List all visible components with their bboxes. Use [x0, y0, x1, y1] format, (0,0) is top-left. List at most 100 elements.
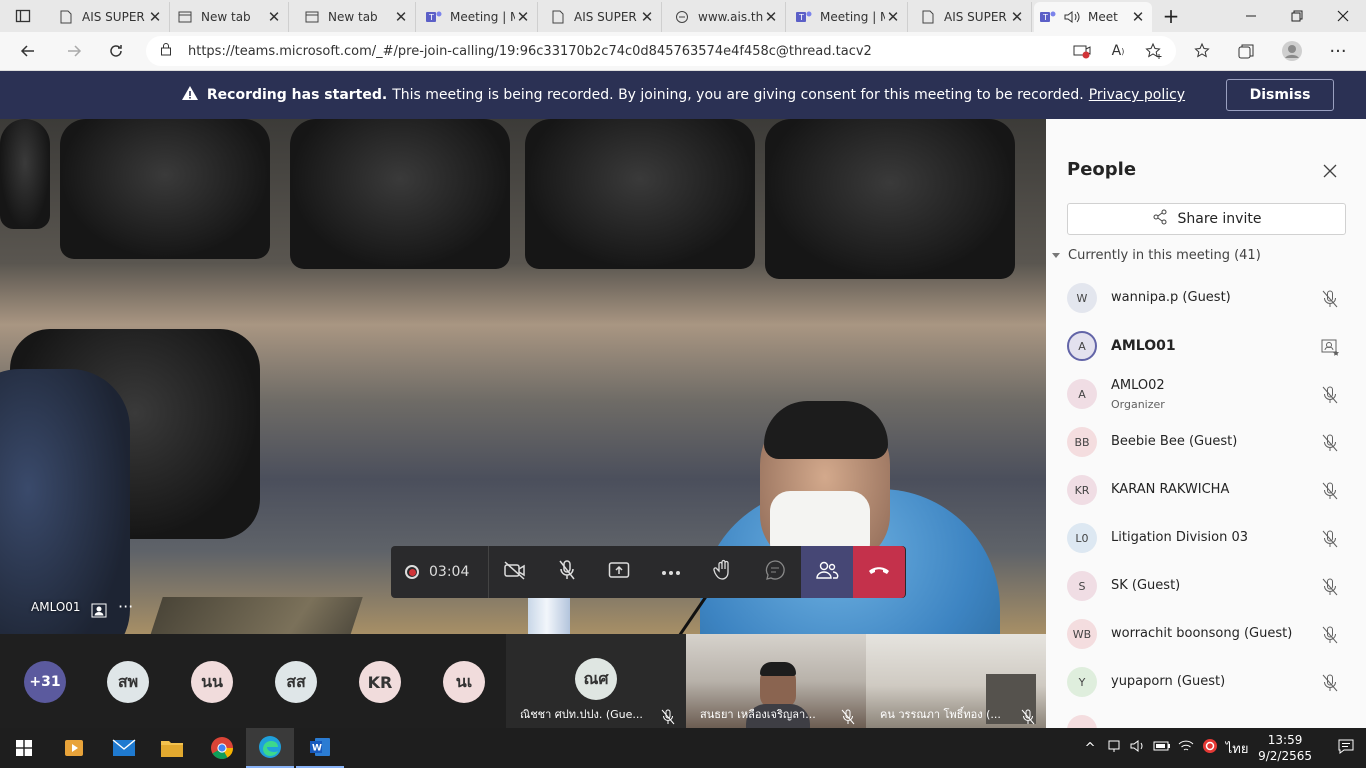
minimize-icon[interactable] — [1228, 0, 1274, 32]
chat-button[interactable] — [749, 546, 801, 598]
browser-tab[interactable]: New tab ✕ — [171, 2, 289, 32]
raise-hand-button[interactable] — [697, 546, 749, 598]
collections-icon[interactable] — [1230, 36, 1262, 66]
browser-tab-active[interactable]: T Meet ✕ — [1034, 2, 1152, 32]
tab-actions-icon[interactable] — [0, 0, 46, 32]
show-participants-button[interactable] — [801, 546, 853, 598]
share-icon — [1152, 209, 1178, 229]
close-icon[interactable]: ✕ — [1130, 8, 1146, 26]
camera-blocked-icon[interactable] — [1066, 36, 1098, 66]
browser-tab[interactable]: T Meeting | M ✕ — [790, 2, 908, 32]
participant-row[interactable]: W wannipa.p (Guest) — [1067, 275, 1357, 323]
close-panel-icon[interactable] — [1318, 159, 1342, 183]
participant-name: สนธยา เหลืองเจริญลา... — [700, 708, 816, 721]
participant-tile[interactable]: คน วรรณภา โพธิ์ทอง (... — [866, 634, 1046, 728]
browser-tab[interactable]: AIS SUPER ✕ — [914, 2, 1032, 32]
input-language[interactable]: ไทย — [1222, 738, 1252, 759]
speaker-icon[interactable] — [1064, 9, 1080, 25]
lock-icon[interactable] — [160, 42, 172, 60]
edge-icon[interactable] — [246, 728, 294, 768]
url-field[interactable]: https://teams.microsoft.com/_#/pre-join-… — [146, 36, 1176, 66]
spotlight-icon[interactable] — [1320, 337, 1340, 357]
chevron-up-icon[interactable]: ^ — [1078, 741, 1102, 756]
profile-avatar[interactable] — [1276, 36, 1308, 66]
refresh-icon[interactable] — [100, 36, 132, 66]
video-more-options[interactable]: ··· — [118, 597, 133, 616]
browser-tab[interactable]: AIS SUPER ✕ — [544, 2, 662, 32]
overflow-participants-badge[interactable]: +31 — [24, 661, 66, 703]
window-close-icon[interactable] — [1320, 0, 1366, 32]
battery-icon[interactable] — [1150, 740, 1174, 756]
participant-avatar[interactable]: นน — [191, 661, 233, 703]
chrome-icon[interactable] — [198, 728, 246, 768]
close-icon[interactable]: ✕ — [515, 8, 531, 26]
word-icon[interactable]: W — [296, 728, 344, 768]
mic-off-icon[interactable] — [1320, 289, 1340, 309]
restore-icon[interactable] — [1274, 0, 1320, 32]
volume-icon[interactable] — [1126, 739, 1150, 757]
close-icon[interactable]: ✕ — [639, 8, 655, 26]
mic-off-icon[interactable] — [1320, 385, 1340, 405]
app-tray-icon[interactable] — [1198, 738, 1222, 758]
participant-row[interactable]: A AMLO02 Organizer — [1067, 371, 1357, 419]
meeting-duration: 03:04 — [429, 564, 470, 580]
participant-avatar[interactable]: นเ — [443, 661, 485, 703]
participant-avatar[interactable]: KR — [359, 661, 401, 703]
favorite-add-icon[interactable] — [1138, 36, 1170, 66]
participant-row[interactable]: WB worrachit boonsong (Guest) — [1067, 611, 1357, 659]
participant-row[interactable]: S SK (Guest) — [1067, 563, 1357, 611]
new-tab-icon[interactable]: + — [1152, 0, 1190, 32]
browser-tab[interactable]: AIS SUPER ✕ — [52, 2, 170, 32]
mic-off-icon[interactable] — [1320, 577, 1340, 597]
participant-tile[interactable]: สนธยา เหลืองเจริญลา... — [686, 634, 866, 728]
in-meeting-section-toggle[interactable]: Currently in this meeting (41) — [1052, 248, 1261, 263]
file-explorer-icon[interactable] — [148, 728, 196, 768]
notification-icon[interactable] — [1326, 738, 1366, 758]
mic-off-icon[interactable] — [1320, 481, 1340, 501]
share-screen-button[interactable] — [593, 546, 645, 598]
participant-avatar[interactable]: สส — [275, 661, 317, 703]
favorites-icon[interactable] — [1186, 36, 1218, 66]
mic-off-icon[interactable] — [1320, 433, 1340, 453]
share-invite-button[interactable]: Share invite — [1067, 203, 1346, 235]
forward-icon[interactable] — [58, 36, 90, 66]
participant-avatar[interactable]: สพ — [107, 661, 149, 703]
close-icon[interactable]: ✕ — [393, 8, 409, 26]
network-icon[interactable] — [1102, 739, 1126, 757]
browser-tab[interactable]: T Meeting | M ✕ — [420, 2, 538, 32]
dismiss-button[interactable]: Dismiss — [1226, 79, 1334, 111]
camera-off-button[interactable] — [489, 546, 541, 598]
close-icon[interactable]: ✕ — [1009, 8, 1025, 26]
mic-off-icon[interactable] — [1320, 673, 1340, 693]
participant-row[interactable]: BB Beebie Bee (Guest) — [1067, 419, 1357, 467]
participant-row[interactable]: Y yupaporn (Guest) — [1067, 659, 1357, 707]
mail-icon[interactable] — [100, 728, 148, 768]
clock[interactable]: 13:59 9/2/2565 — [1258, 732, 1312, 764]
browser-tab[interactable]: New tab ✕ — [298, 2, 416, 32]
mic-off-icon[interactable] — [1320, 529, 1340, 549]
pin-icon[interactable] — [91, 603, 109, 619]
browser-tab[interactable]: www.ais.th ✕ — [668, 2, 786, 32]
close-icon[interactable]: ✕ — [763, 8, 779, 26]
video-scene — [0, 119, 50, 229]
participant-row[interactable]: KR KARAN RAKWICHA — [1067, 467, 1357, 515]
participant-tile[interactable]: ณศ ณิชชา ศปท.ปปง. (Gue... — [506, 634, 686, 728]
more-icon[interactable]: ··· — [1322, 36, 1354, 66]
close-icon[interactable]: ✕ — [147, 8, 163, 26]
participant-row[interactable]: A AMLO01 — [1067, 323, 1357, 371]
mute-button[interactable] — [541, 546, 593, 598]
close-icon[interactable]: ✕ — [885, 8, 901, 26]
participant-row[interactable]: L0 Litigation Division 03 — [1067, 515, 1357, 563]
back-icon[interactable] — [12, 36, 44, 66]
more-actions-button[interactable] — [645, 546, 697, 598]
wifi-icon[interactable] — [1174, 739, 1198, 757]
media-player-icon[interactable] — [50, 728, 98, 768]
leave-call-button[interactable] — [853, 546, 905, 598]
windows-start-icon[interactable] — [0, 728, 48, 768]
privacy-policy-link[interactable]: Privacy policy — [1089, 87, 1185, 103]
read-aloud-icon[interactable]: A) — [1102, 36, 1134, 66]
mic-off-icon[interactable] — [1320, 625, 1340, 645]
meeting-controls: 03:04 — [391, 546, 906, 598]
teams-icon: T — [796, 9, 812, 25]
close-icon[interactable]: ✕ — [266, 8, 282, 26]
